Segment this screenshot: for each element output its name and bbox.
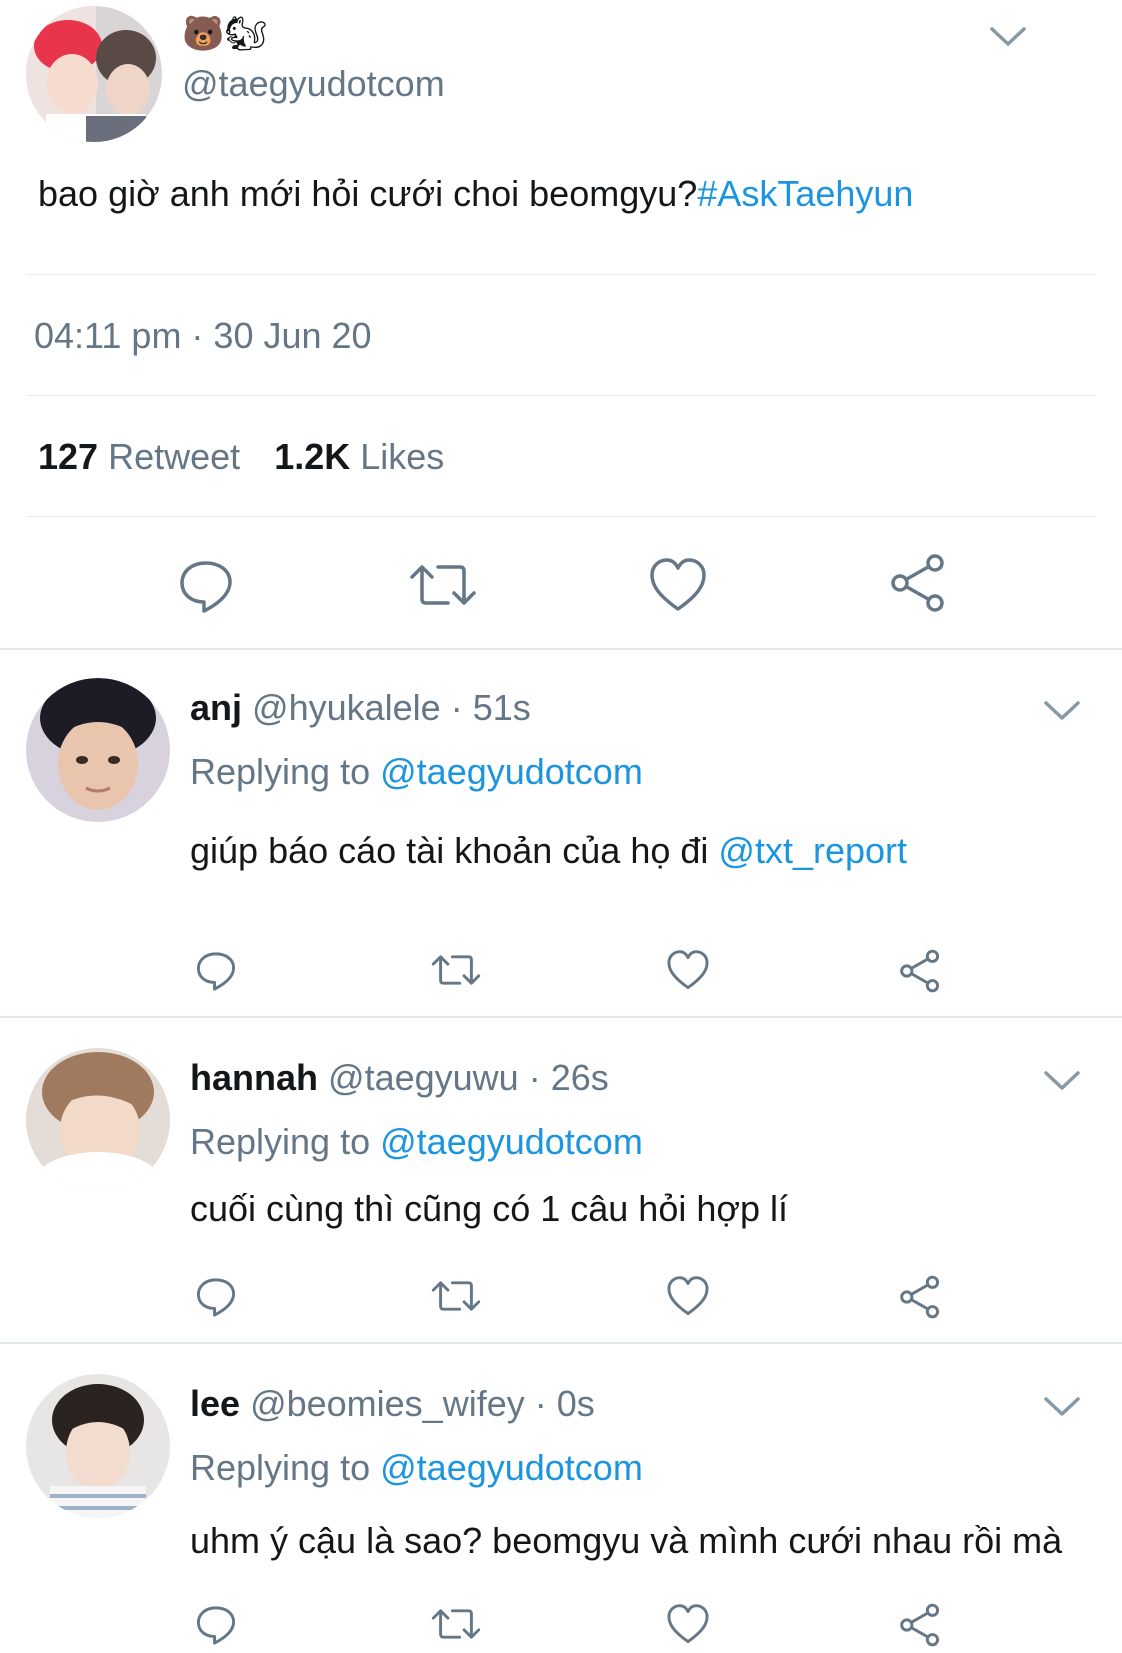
tweet-timestamp: 04:11 pm · 30 Jun 20	[34, 315, 372, 356]
reply-display-name[interactable]: anj	[190, 687, 242, 728]
retweet-count[interactable]: 127	[38, 436, 98, 477]
retweet-icon[interactable]	[430, 948, 482, 992]
avatar[interactable]	[26, 678, 170, 822]
chevron-down-icon[interactable]	[1042, 1068, 1082, 1094]
reply-header: lee @beomies_wifey · 0s	[190, 1382, 595, 1426]
reply-text: uhm ý cậu là sao? beomgyu và mình cưới n…	[190, 1520, 1063, 1561]
like-label[interactable]: Likes	[360, 436, 444, 477]
reply-text: cuối cùng thì cũng có 1 câu hỏi hợp lí	[190, 1188, 788, 1229]
display-name-emoji: 🐻🐿	[182, 15, 268, 53]
main-avatar[interactable]	[26, 6, 162, 142]
share-icon[interactable]	[898, 1274, 942, 1320]
divider	[0, 1016, 1122, 1018]
reply-icon[interactable]	[194, 1602, 238, 1646]
like-icon[interactable]	[666, 948, 710, 992]
reply-icon[interactable]	[194, 948, 238, 992]
reply-time: · 51s	[450, 687, 531, 728]
replying-to-link[interactable]: @taegyudotcom	[380, 1121, 643, 1162]
chevron-down-icon[interactable]	[1042, 1394, 1082, 1420]
tweet-text-body: bao giờ anh mới hỏi cưới choi beomgyu?	[38, 173, 698, 214]
replying-to: Replying to @taegyudotcom	[190, 1120, 643, 1164]
replying-label: Replying to	[190, 1447, 371, 1488]
reply-time: · 0s	[534, 1383, 595, 1424]
like-icon[interactable]	[666, 1602, 710, 1646]
reply-display-name[interactable]: hannah	[190, 1057, 318, 1098]
engagement-stats: 127 Retweet 1.2K Likes	[38, 435, 444, 479]
retweet-icon[interactable]	[430, 1602, 482, 1646]
reply-text-body: giúp báo cáo tài khoản của họ đi	[190, 830, 709, 871]
divider	[0, 648, 1122, 650]
replying-to-link[interactable]: @taegyudotcom	[380, 751, 643, 792]
avatar[interactable]	[26, 1374, 170, 1518]
chevron-down-icon[interactable]	[988, 24, 1028, 50]
avatar[interactable]	[26, 1048, 170, 1192]
reply-handle[interactable]: @taegyuwu	[328, 1057, 519, 1098]
reply-time: · 26s	[528, 1057, 609, 1098]
hashtag-link[interactable]: #AskTaehyun	[697, 173, 913, 214]
reply-handle[interactable]: @beomies_wifey	[250, 1383, 525, 1424]
like-icon[interactable]	[666, 1274, 710, 1318]
main-handle[interactable]: @taegyudotcom	[182, 62, 445, 106]
replying-label: Replying to	[190, 1121, 371, 1162]
share-icon[interactable]	[898, 948, 942, 994]
replying-label: Replying to	[190, 751, 371, 792]
mention-link[interactable]: @txt_report	[718, 830, 907, 871]
divider	[26, 395, 1096, 396]
reply-handle[interactable]: @hyukalele	[252, 687, 441, 728]
reply-icon[interactable]	[194, 1274, 238, 1318]
reply-icon[interactable]	[176, 555, 236, 615]
like-icon[interactable]	[648, 555, 708, 615]
tweet-text: bao giờ anh mới hỏi cưới choi beomgyu?#A…	[38, 170, 913, 218]
reply-display-name[interactable]: lee	[190, 1383, 240, 1424]
reply-header: anj @hyukalele · 51s	[190, 686, 531, 730]
replying-to-link[interactable]: @taegyudotcom	[380, 1447, 643, 1488]
divider	[0, 1342, 1122, 1344]
retweet-icon[interactable]	[430, 1274, 482, 1318]
replying-to: Replying to @taegyudotcom	[190, 1446, 643, 1490]
retweet-label[interactable]: Retweet	[108, 436, 240, 477]
share-icon[interactable]	[888, 552, 948, 614]
reply-text: giúp báo cáo tài khoản của họ đi @txt_re…	[190, 828, 907, 874]
share-icon[interactable]	[898, 1602, 942, 1648]
divider	[26, 274, 1096, 275]
reply-header: hannah @taegyuwu · 26s	[190, 1056, 609, 1100]
like-count[interactable]: 1.2K	[274, 436, 350, 477]
chevron-down-icon[interactable]	[1042, 698, 1082, 724]
divider	[26, 516, 1096, 517]
retweet-icon[interactable]	[408, 555, 478, 615]
replying-to: Replying to @taegyudotcom	[190, 750, 643, 794]
